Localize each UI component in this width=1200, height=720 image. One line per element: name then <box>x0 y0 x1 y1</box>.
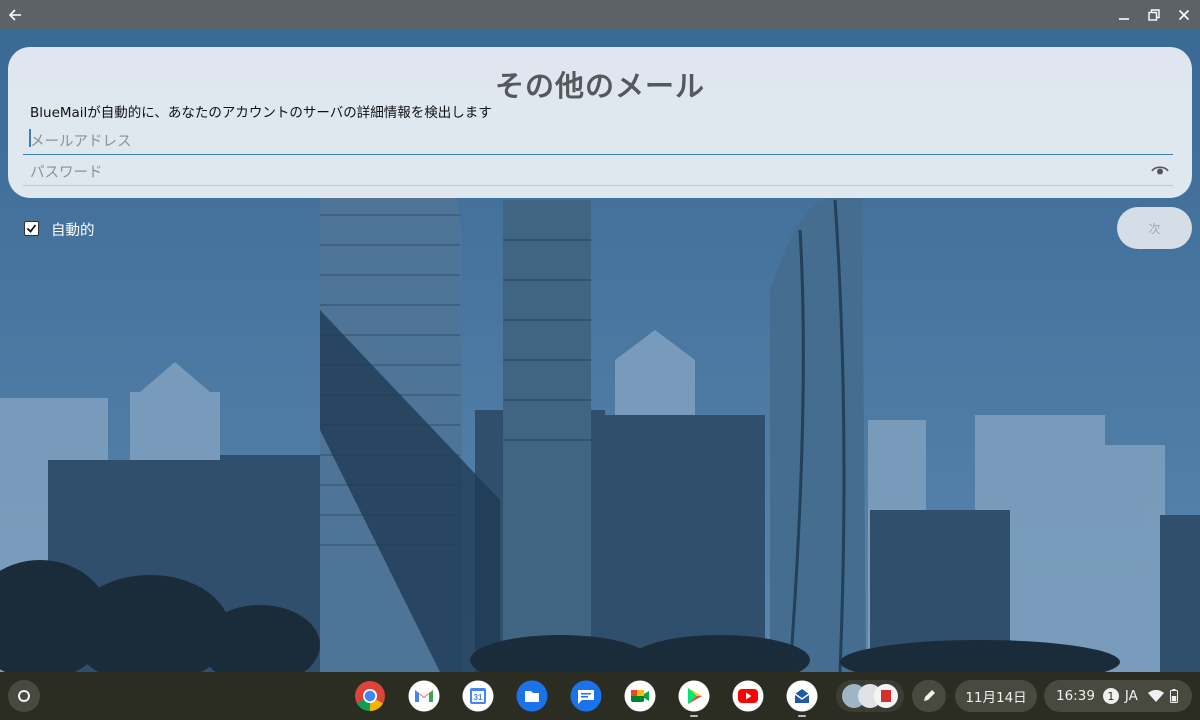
svg-text:31: 31 <box>474 693 483 702</box>
description-text: BlueMailが自動的に、あなたのアカウントのサーバの詳細情報を検出します <box>30 105 492 121</box>
auto-checkbox-label: 自動的 <box>51 223 95 239</box>
files-icon[interactable] <box>516 680 548 712</box>
running-indicator <box>690 715 698 717</box>
password-placeholder: パスワード <box>30 165 103 181</box>
minimize-icon[interactable] <box>1109 0 1139 30</box>
eye-icon[interactable] <box>1151 162 1169 176</box>
password-field[interactable]: パスワード <box>23 155 1173 186</box>
ime-indicator: JA <box>1124 688 1138 704</box>
messages-icon[interactable] <box>570 680 602 712</box>
page-title: その他のメール <box>494 69 705 103</box>
meet-icon[interactable] <box>624 680 656 712</box>
running-indicator <box>798 715 806 717</box>
email-placeholder: メールアドレス <box>30 134 132 150</box>
gmail-icon[interactable] <box>408 680 440 712</box>
email-field[interactable]: メールアドレス <box>23 124 1173 155</box>
youtube-icon[interactable] <box>732 680 764 712</box>
next-button[interactable]: 次 <box>1117 207 1192 249</box>
shelf: 31 11月14日 16:39 1 JA <box>0 672 1200 720</box>
restore-icon[interactable] <box>1139 0 1169 30</box>
play-store-icon[interactable] <box>678 680 710 712</box>
bluemail-icon[interactable] <box>786 680 818 712</box>
chrome-icon[interactable] <box>354 680 386 712</box>
holding-space-tray[interactable] <box>836 680 904 712</box>
window-title-bar <box>0 0 1200 30</box>
status-tray[interactable]: 16:39 1 JA <box>1044 680 1192 712</box>
login-card: その他のメール BlueMailが自動的に、あなたのアカウントのサーバの詳細情報… <box>8 47 1192 198</box>
wifi-icon <box>1147 690 1164 702</box>
battery-icon <box>1169 689 1178 703</box>
notification-badge: 1 <box>1102 688 1119 704</box>
calendar-icon[interactable]: 31 <box>462 680 494 712</box>
back-arrow-icon[interactable] <box>0 0 30 30</box>
auto-checkbox[interactable] <box>24 221 39 236</box>
launcher-button[interactable] <box>8 680 40 712</box>
launcher-icon <box>18 690 30 702</box>
clock-time: 16:39 <box>1056 688 1095 704</box>
stylus-icon[interactable] <box>912 680 946 712</box>
close-icon[interactable] <box>1169 0 1199 30</box>
date-display[interactable]: 11月14日 <box>955 680 1037 712</box>
